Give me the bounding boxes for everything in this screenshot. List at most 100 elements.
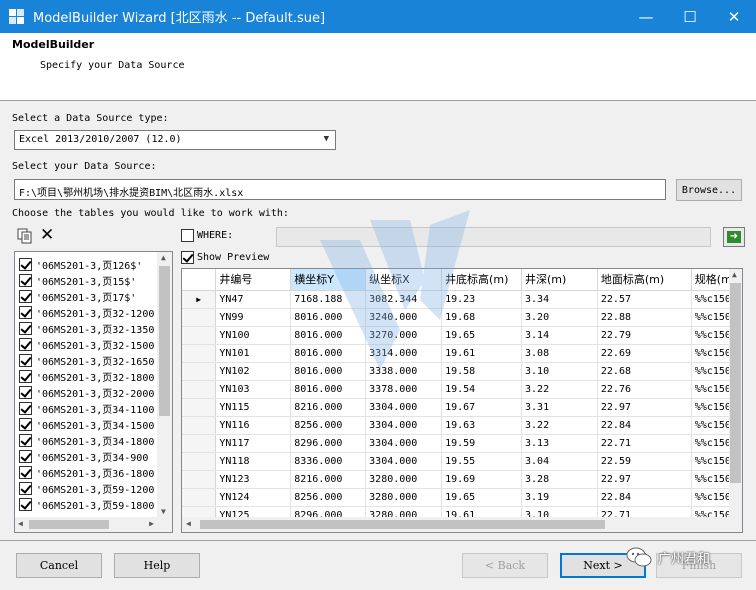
table-list-item[interactable]: '06MS201-3,页34-1100: [19, 400, 161, 416]
table-cell[interactable]: 3.10: [521, 362, 598, 381]
grid-vertical-scrollbar[interactable]: ▲: [729, 269, 742, 517]
table-row[interactable]: ▶ YN47 7168.188 3082.344 19.23 3.34 22.57 %%c15…: [182, 290, 742, 309]
table-cell[interactable]: YN101: [215, 344, 292, 363]
table-checkbox[interactable]: [19, 497, 32, 511]
table-list-item[interactable]: '06MS201-3,页32-1650: [19, 352, 161, 368]
table-row[interactable]: YN123 8216.000 3280.000 19.69 3.28 22.97 %%c15…: [182, 470, 742, 489]
table-cell[interactable]: 19.68: [441, 308, 523, 327]
tables-vscroll-thumb[interactable]: [159, 266, 170, 416]
table-row[interactable]: YN115 8216.000 3304.000 19.67 3.31 22.97 %%c15…: [182, 398, 742, 417]
table-cell[interactable]: YN123: [215, 470, 292, 489]
where-checkbox[interactable]: [181, 229, 194, 242]
table-cell[interactable]: 3240.000: [365, 308, 443, 327]
table-cell[interactable]: 8016.000: [290, 308, 367, 327]
column-header[interactable]: 地面标高(m): [597, 269, 692, 291]
table-cell[interactable]: 3304.000: [365, 452, 443, 471]
table-row[interactable]: YN100 8016.000 3270.000 19.65 3.14 22.79 %%c15…: [182, 326, 742, 345]
table-cell[interactable]: YN99: [215, 308, 292, 327]
row-header[interactable]: [182, 362, 217, 381]
tables-vertical-scrollbar[interactable]: ▲ ▼: [157, 252, 172, 517]
table-cell[interactable]: 22.97: [597, 398, 692, 417]
table-list-item[interactable]: '06MS201-3,页126$': [19, 256, 161, 272]
table-checkbox[interactable]: [19, 449, 32, 463]
table-cell[interactable]: 19.58: [441, 362, 523, 381]
table-cell[interactable]: 19.23: [441, 290, 523, 309]
table-checkbox[interactable]: [19, 401, 32, 415]
table-cell[interactable]: 3.19: [521, 488, 598, 507]
table-cell[interactable]: 3304.000: [365, 398, 443, 417]
table-cell[interactable]: 3.28: [521, 470, 598, 489]
table-cell[interactable]: 19.65: [441, 488, 523, 507]
cancel-button[interactable]: Cancel: [16, 553, 102, 578]
table-list-item[interactable]: '06MS201-3,页34-1500: [19, 416, 161, 432]
table-cell[interactable]: YN102: [215, 362, 292, 381]
table-cell[interactable]: 3.20: [521, 308, 598, 327]
row-header[interactable]: [182, 398, 217, 417]
table-cell[interactable]: 19.69: [441, 470, 523, 489]
table-cell[interactable]: YN103: [215, 380, 292, 399]
table-checkbox[interactable]: [19, 273, 32, 287]
table-checkbox[interactable]: [19, 353, 32, 367]
table-checkbox[interactable]: [19, 417, 32, 431]
table-cell[interactable]: YN118: [215, 452, 292, 471]
table-row[interactable]: YN101 8016.000 3314.000 19.61 3.08 22.69 %%c15…: [182, 344, 742, 363]
column-header[interactable]: 井编号: [215, 269, 292, 291]
table-cell[interactable]: 3270.000: [365, 326, 443, 345]
table-cell[interactable]: 8016.000: [290, 362, 367, 381]
table-checkbox[interactable]: [19, 289, 32, 303]
where-input[interactable]: [276, 227, 711, 247]
table-checkbox[interactable]: [19, 321, 32, 335]
table-checkbox[interactable]: [19, 369, 32, 383]
table-cell[interactable]: YN47: [215, 290, 292, 309]
row-header[interactable]: [182, 416, 217, 435]
table-cell[interactable]: YN124: [215, 488, 292, 507]
table-cell[interactable]: 3304.000: [365, 434, 443, 453]
table-checkbox[interactable]: [19, 257, 32, 271]
table-cell[interactable]: 8256.000: [290, 416, 367, 435]
table-list-item[interactable]: '06MS201-3,页15$': [19, 272, 161, 288]
table-cell[interactable]: 19.55: [441, 452, 523, 471]
source-path-input[interactable]: F:\项目\鄂州机场\排水提资BIM\北区雨水.xlsx: [14, 179, 666, 200]
table-cell[interactable]: 8016.000: [290, 344, 367, 363]
delete-icon[interactable]: ✕: [40, 226, 54, 244]
preview-grid[interactable]: 井编号 横坐标Y 纵坐标X 井底标高(m) 井深(m) 地面标高(m) 规格(m ▶ YN47…: [181, 268, 743, 533]
current-row-indicator-icon[interactable]: ▶: [182, 290, 217, 309]
table-list-item[interactable]: '06MS201-3,页17$': [19, 288, 161, 304]
row-header[interactable]: [182, 434, 217, 453]
table-cell[interactable]: 3.14: [521, 326, 598, 345]
table-list-item[interactable]: '06MS201-3,页34-900: [19, 448, 161, 464]
table-cell[interactable]: 22.97: [597, 470, 692, 489]
table-checkbox[interactable]: [19, 481, 32, 495]
table-checkbox[interactable]: [19, 305, 32, 319]
table-cell[interactable]: 3.34: [521, 290, 598, 309]
table-cell[interactable]: 3.13: [521, 434, 598, 453]
table-cell[interactable]: 3304.000: [365, 416, 443, 435]
table-cell[interactable]: YN117: [215, 434, 292, 453]
column-header[interactable]: 横坐标Y: [290, 269, 367, 291]
table-cell[interactable]: 8016.000: [290, 380, 367, 399]
table-cell[interactable]: 3338.000: [365, 362, 443, 381]
table-cell[interactable]: 3280.000: [365, 470, 443, 489]
table-checkbox[interactable]: [19, 433, 32, 447]
browse-button[interactable]: Browse...: [676, 179, 742, 201]
column-header[interactable]: 井底标高(m): [441, 269, 523, 291]
table-cell[interactable]: 19.54: [441, 380, 523, 399]
grid-horizontal-scrollbar[interactable]: ◀: [182, 517, 742, 532]
row-header[interactable]: [182, 308, 217, 327]
tables-horizontal-scrollbar[interactable]: ◀ ▶: [15, 517, 172, 532]
table-cell[interactable]: 3082.344: [365, 290, 443, 309]
table-cell[interactable]: 22.79: [597, 326, 692, 345]
table-cell[interactable]: 22.71: [597, 434, 692, 453]
row-header[interactable]: [182, 380, 217, 399]
grid-vscroll-thumb[interactable]: [730, 283, 741, 483]
table-cell[interactable]: 3314.000: [365, 344, 443, 363]
minimize-button[interactable]: —: [624, 0, 668, 33]
table-row[interactable]: YN103 8016.000 3378.000 19.54 3.22 22.76 %%c15…: [182, 380, 742, 399]
table-list-item[interactable]: '06MS201-3,页59-1200: [19, 480, 161, 496]
table-row[interactable]: YN117 8296.000 3304.000 19.59 3.13 22.71 %%c15…: [182, 434, 742, 453]
table-cell[interactable]: 19.61: [441, 344, 523, 363]
table-row[interactable]: YN116 8256.000 3304.000 19.63 3.22 22.84 %%c15…: [182, 416, 742, 435]
table-row[interactable]: YN99 8016.000 3240.000 19.68 3.20 22.88 %%c150…: [182, 308, 742, 327]
table-cell[interactable]: 8336.000: [290, 452, 367, 471]
table-cell[interactable]: 7168.188: [290, 290, 367, 309]
